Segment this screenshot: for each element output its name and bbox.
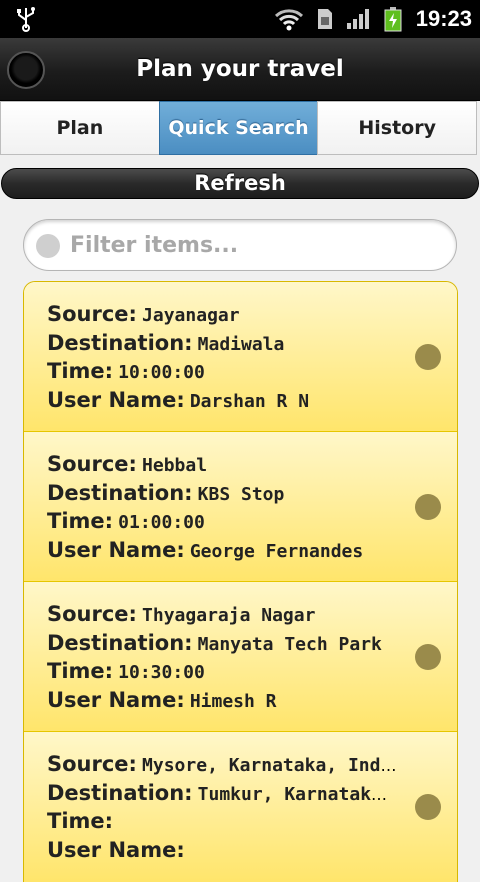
user-name-value: Himesh R	[189, 690, 277, 712]
destination-label: Destination:	[47, 330, 193, 355]
source-value: Mysore, Karnataka, India	[142, 755, 397, 776]
source-value: Hebbal	[142, 455, 208, 476]
destination-label: Destination:	[47, 780, 193, 805]
user-name-value: Darshan R N	[189, 390, 310, 412]
source-value: Jayanagar	[142, 305, 240, 326]
usb-icon	[17, 7, 35, 32]
search-icon	[36, 234, 60, 258]
destination-label: Destination:	[47, 630, 193, 655]
time-label: Time:	[47, 509, 114, 533]
time-label: Time:	[47, 359, 114, 383]
destination-value: Madiwala	[197, 333, 285, 355]
time-label: Time:	[47, 659, 114, 683]
item-indicator-icon	[415, 494, 441, 520]
results-list: Source: Jayanagar Destination: Madiwala …	[23, 281, 458, 882]
user-name-label: User Name:	[47, 837, 185, 862]
user-name-label: User Name:	[47, 387, 185, 412]
status-bar: 19:23	[0, 0, 480, 38]
source-label: Source:	[47, 302, 137, 326]
battery-charging-icon	[384, 7, 402, 32]
list-item[interactable]: Source: Jayanagar Destination: Madiwala …	[24, 282, 457, 432]
user-name-label: User Name:	[47, 537, 185, 562]
list-item[interactable]: Source: Mysore, Karnataka, India Destina…	[24, 732, 457, 882]
item-indicator-icon	[415, 344, 441, 370]
time-value: 10:00:00	[118, 362, 205, 383]
title-bar: Plan your travel	[0, 38, 480, 101]
tab-plan[interactable]: Plan	[0, 101, 160, 155]
page-title: Plan your travel	[136, 56, 344, 82]
destination-label: Destination:	[47, 480, 193, 505]
destination-value: Tumkur, Karnataka...	[197, 783, 397, 805]
tab-history[interactable]: History	[317, 101, 478, 155]
time-value: 10:30:00	[118, 662, 205, 683]
destination-value: KBS Stop	[197, 483, 285, 505]
time-label: Time:	[47, 809, 114, 833]
filter-input[interactable]	[70, 220, 440, 270]
list-item[interactable]: Source: Hebbal Destination: KBS Stop Tim…	[24, 432, 457, 582]
source-label: Source:	[47, 452, 137, 476]
source-label: Source:	[47, 752, 137, 776]
source-label: Source:	[47, 602, 137, 626]
item-indicator-icon	[415, 794, 441, 820]
sim-icon	[317, 9, 332, 29]
tab-bar: Plan Quick Search History	[0, 101, 478, 155]
search-box	[23, 219, 457, 271]
destination-value: Manyata Tech Park	[197, 633, 382, 655]
user-name-label: User Name:	[47, 687, 185, 712]
source-value: Thyagaraja Nagar	[142, 605, 316, 626]
time-value: 01:00:00	[118, 512, 205, 533]
list-item[interactable]: Source: Thyagaraja Nagar Destination: Ma…	[24, 582, 457, 732]
clock: 19:23	[415, 6, 472, 31]
refresh-button[interactable]: Refresh	[1, 168, 479, 199]
signal-icon	[346, 9, 369, 29]
wifi-icon	[274, 9, 303, 31]
user-name-value: George Fernandes	[189, 540, 364, 562]
tab-quick-search[interactable]: Quick Search	[158, 101, 319, 155]
item-indicator-icon	[415, 644, 441, 670]
